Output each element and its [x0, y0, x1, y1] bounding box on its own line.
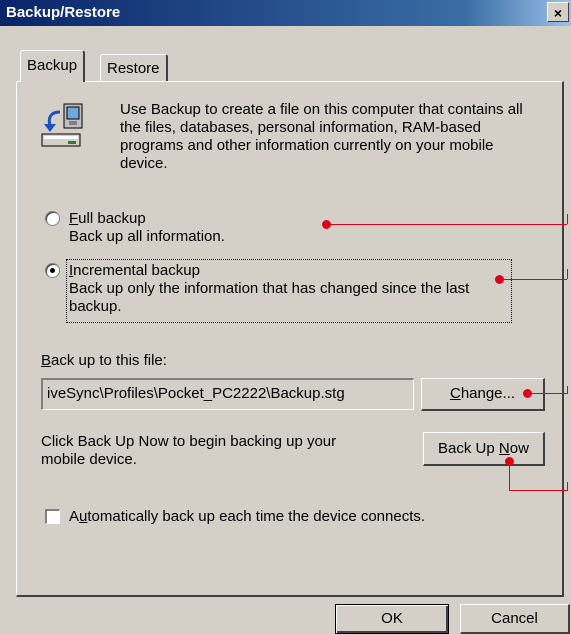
callout-tick-full-backup	[567, 214, 568, 224]
window-title: Backup/Restore	[6, 4, 121, 21]
callout-line-incremental	[500, 279, 567, 280]
close-button[interactable]: ×	[547, 2, 569, 22]
backup-restore-dialog: Backup/Restore × Backup Restore Use Back…	[0, 0, 571, 634]
ok-button[interactable]: OK	[335, 604, 449, 634]
callout-tick-incremental	[567, 269, 568, 279]
tab-restore[interactable]: Restore	[100, 54, 168, 81]
callout-line-back-up-now-vertical	[509, 461, 510, 491]
tab-backup[interactable]: Backup	[20, 50, 86, 82]
callout-line-back-up-now-horizontal	[509, 490, 567, 491]
tab-backup-label: Backup	[27, 57, 78, 74]
close-icon: ×	[553, 5, 563, 21]
backup-tab-panel	[16, 81, 564, 597]
callout-tick-back-up-now	[567, 482, 568, 491]
title-bar[interactable]: Backup/Restore ×	[0, 0, 571, 26]
callout-line-change	[528, 393, 567, 394]
tab-restore-label: Restore	[107, 60, 160, 77]
callout-tick-change	[567, 386, 568, 394]
cancel-button[interactable]: Cancel	[460, 604, 570, 634]
callout-line-full-backup	[327, 224, 567, 225]
